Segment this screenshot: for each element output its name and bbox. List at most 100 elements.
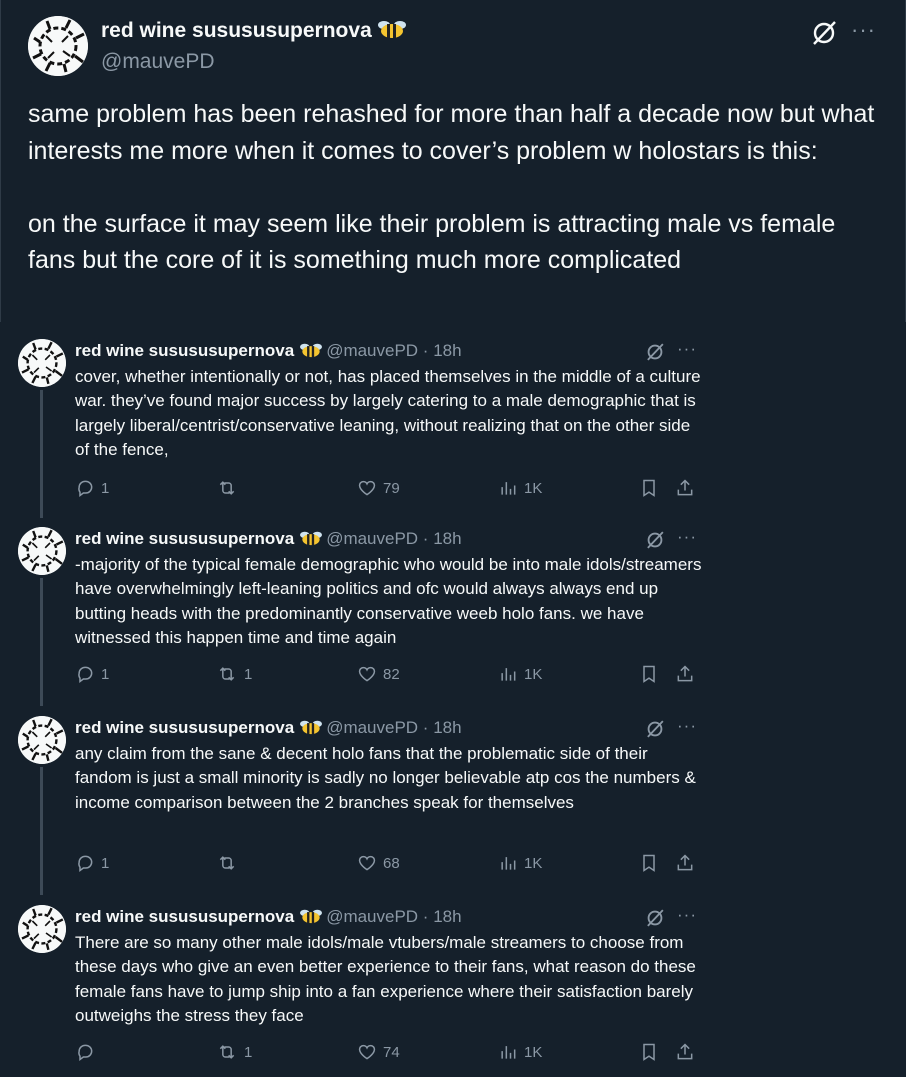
- views-button[interactable]: 1K: [498, 851, 542, 875]
- more-icon[interactable]: ···: [677, 905, 697, 925]
- action-bar: 1 68 1K: [75, 851, 705, 875]
- bee-emoji-icon: [300, 719, 323, 740]
- author-name[interactable]: red wine susususupernova: [75, 341, 294, 360]
- author-handle-time[interactable]: @mauvePD · 18h: [326, 907, 461, 926]
- bee-emoji-icon: [300, 342, 323, 363]
- author-name[interactable]: red wine susususupernova: [75, 529, 294, 548]
- share-icon: [677, 665, 693, 682]
- tweet-text: same problem has been rehashed for more …: [28, 100, 875, 274]
- views-button[interactable]: 1K: [498, 476, 542, 500]
- reply-button[interactable]: 1: [75, 851, 109, 875]
- reply-count: 1: [101, 479, 110, 497]
- author-handle-time[interactable]: @mauvePD · 18h: [326, 341, 461, 360]
- like-button[interactable]: 79: [357, 476, 400, 500]
- thread-line: [40, 578, 43, 706]
- repost-count: 1: [244, 665, 253, 683]
- avatar[interactable]: [18, 339, 66, 387]
- author-name[interactable]: red wine susususupernova: [75, 907, 294, 926]
- grok-icon[interactable]: [645, 719, 665, 744]
- repost-count: 1: [244, 1043, 253, 1061]
- share-icon: [677, 854, 693, 871]
- repost-icon: [219, 1045, 235, 1059]
- action-bar: 1 79 1K: [75, 476, 705, 500]
- grok-icon[interactable]: [645, 908, 665, 933]
- grok-icon[interactable]: [645, 530, 665, 555]
- more-icon[interactable]: ···: [677, 716, 697, 736]
- avatar[interactable]: [18, 716, 66, 764]
- tweet-text: cover, whether intentionally or not, has…: [75, 367, 701, 459]
- avatar[interactable]: [18, 527, 66, 575]
- like-icon: [358, 666, 376, 682]
- bookmark-button[interactable]: [639, 476, 659, 500]
- more-icon[interactable]: ···: [677, 527, 697, 547]
- like-count: 74: [383, 1043, 400, 1061]
- view-count: 1K: [524, 665, 543, 683]
- reply-count: 1: [101, 854, 110, 872]
- repost-button[interactable]: [216, 851, 244, 875]
- bookmark-button[interactable]: [639, 1040, 659, 1064]
- author-name[interactable]: red wine susususupernova: [101, 19, 406, 45]
- views-button[interactable]: 1K: [498, 662, 542, 686]
- share-button[interactable]: [675, 476, 695, 500]
- views-icon: [501, 857, 516, 870]
- share-button[interactable]: [675, 1040, 695, 1064]
- views-button[interactable]: 1K: [498, 1040, 542, 1064]
- repost-icon: [219, 667, 235, 681]
- like-button[interactable]: 68: [357, 851, 400, 875]
- grok-icon[interactable]: [645, 342, 665, 367]
- bookmark-icon: [643, 479, 655, 497]
- reply-icon: [78, 855, 93, 872]
- view-count: 1K: [524, 1043, 543, 1061]
- repost-icon: [219, 856, 235, 870]
- author-handle[interactable]: @mauvePD: [101, 50, 215, 74]
- more-icon[interactable]: ···: [677, 339, 697, 359]
- bookmark-button[interactable]: [639, 851, 659, 875]
- reply-button[interactable]: 1: [75, 476, 109, 500]
- reply-header: red wine susususupernova @mauvePD · 18h: [75, 718, 462, 740]
- like-count: 68: [383, 854, 400, 872]
- repost-icon: [219, 481, 235, 495]
- avatar[interactable]: [28, 16, 88, 76]
- repost-button[interactable]: [216, 476, 244, 500]
- thread-line: [40, 390, 43, 518]
- more-icon[interactable]: ···: [851, 17, 876, 43]
- author-handle-time[interactable]: @mauvePD · 18h: [326, 718, 461, 737]
- bee-emoji-icon: [300, 530, 323, 551]
- bee-emoji-icon: [377, 19, 406, 45]
- share-icon: [677, 479, 693, 496]
- views-icon: [501, 482, 516, 495]
- repost-button[interactable]: 1: [216, 662, 252, 686]
- action-bar: 1 74 1K: [75, 1040, 705, 1064]
- author-name[interactable]: red wine susususupernova: [75, 718, 294, 737]
- like-icon: [358, 480, 376, 496]
- avatar[interactable]: [18, 905, 66, 953]
- thread-line: [40, 767, 43, 895]
- bookmark-icon: [643, 1043, 655, 1061]
- view-count: 1K: [524, 479, 543, 497]
- reply-button[interactable]: 1: [75, 662, 109, 686]
- tweet-text: any claim from the sane & decent holo fa…: [75, 744, 696, 812]
- reply-header: red wine susususupernova @mauvePD · 18h: [75, 907, 462, 929]
- author-handle-time[interactable]: @mauvePD · 18h: [326, 529, 461, 548]
- reply-header: red wine susususupernova @mauvePD · 18h: [75, 341, 462, 363]
- reply-icon: [78, 480, 93, 497]
- like-button[interactable]: 82: [357, 662, 400, 686]
- share-icon: [677, 1043, 693, 1060]
- like-count: 82: [383, 665, 400, 683]
- reply-icon: [78, 666, 93, 683]
- view-count: 1K: [524, 854, 543, 872]
- reply-count: 1: [101, 665, 110, 683]
- grok-icon[interactable]: [810, 19, 838, 52]
- like-icon: [358, 855, 376, 871]
- tweet-text: There are so many other male idols/male …: [75, 933, 696, 1025]
- views-icon: [501, 668, 516, 681]
- bookmark-icon: [643, 854, 655, 872]
- share-button[interactable]: [675, 851, 695, 875]
- repost-button[interactable]: 1: [216, 1040, 252, 1064]
- like-button[interactable]: 74: [357, 1040, 400, 1064]
- share-button[interactable]: [675, 662, 695, 686]
- reply-icon: [78, 1044, 93, 1061]
- reply-button[interactable]: [75, 1040, 101, 1064]
- bee-emoji-icon: [300, 908, 323, 929]
- bookmark-button[interactable]: [639, 662, 659, 686]
